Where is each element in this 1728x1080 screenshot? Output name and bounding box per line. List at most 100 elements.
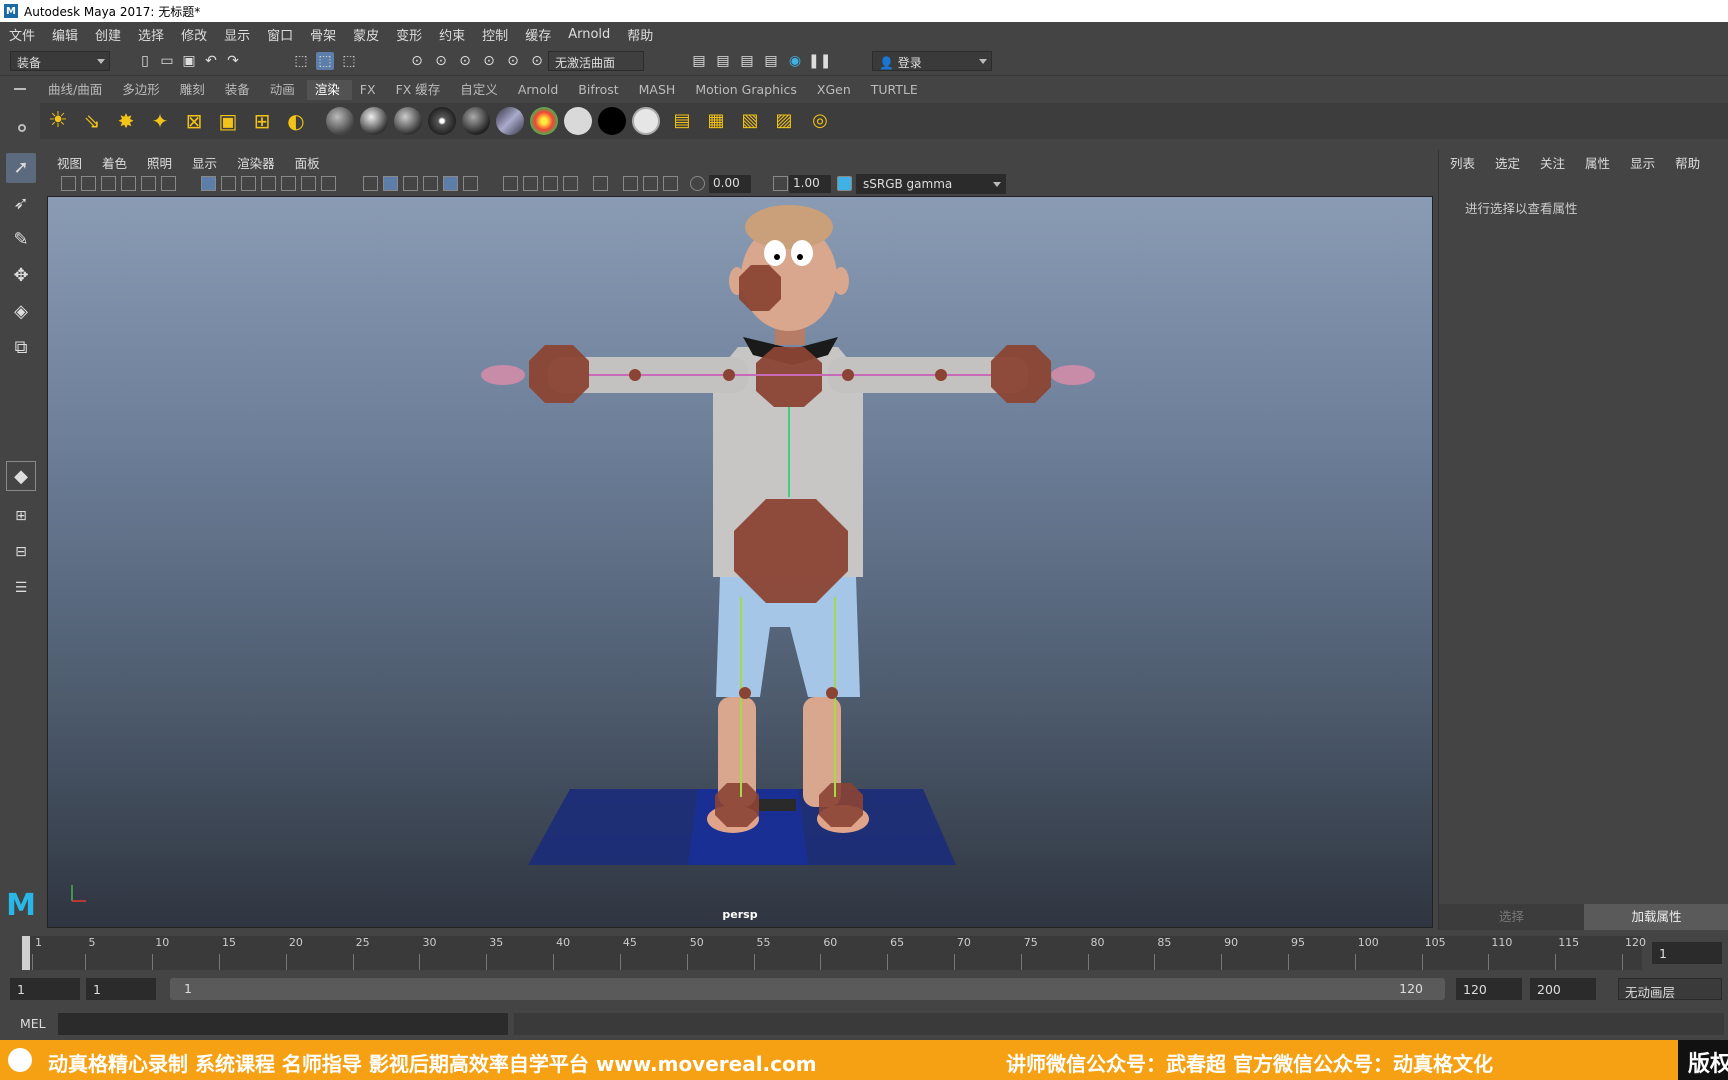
menu-help[interactable]: 帮助 (618, 25, 661, 44)
shelf-tab-motion-graphics[interactable]: Motion Graphics (687, 80, 809, 100)
select-button[interactable]: 选择 (1439, 904, 1584, 930)
grid-icon[interactable] (201, 176, 216, 191)
color-management-icon[interactable] (837, 176, 852, 191)
film-gate-icon[interactable] (221, 176, 236, 191)
exposure-icon[interactable] (690, 176, 705, 191)
right-knee-joint[interactable] (826, 687, 838, 699)
viewport-menu-view[interactable]: 视图 (45, 153, 90, 172)
shelf-settings-icon[interactable] (18, 124, 26, 132)
snap-curve-icon[interactable]: ⊙ (432, 52, 450, 70)
grease-pencil-icon[interactable] (141, 176, 156, 191)
right-shoulder-joint[interactable] (842, 369, 854, 381)
menu-modify[interactable]: 修改 (172, 25, 215, 44)
smooth-shade-icon[interactable] (383, 176, 398, 191)
render-settings-icon[interactable]: ▤ (762, 52, 780, 70)
snap-surface-icon[interactable]: ⊙ (504, 52, 522, 70)
spot-light-icon[interactable]: ✦ (146, 107, 174, 135)
shelf-tab-turtle[interactable]: TURTLE (863, 80, 930, 100)
menu-windows[interactable]: 窗口 (258, 25, 301, 44)
menu-arnold[interactable]: Arnold (559, 27, 618, 42)
load-attributes-button[interactable]: 加载属性 (1584, 904, 1728, 930)
left-hand-control[interactable] (529, 345, 589, 403)
xray-joints-icon[interactable] (663, 176, 678, 191)
color-space-dropdown[interactable]: sSRGB gamma (856, 174, 1006, 194)
menu-constrain[interactable]: 约束 (430, 25, 473, 44)
scale-tool-icon[interactable]: ⧉ (6, 333, 36, 363)
menu-control[interactable]: 控制 (473, 25, 516, 44)
live-surface-field[interactable]: 无激活曲面 (548, 51, 644, 71)
motion-blur-icon[interactable] (523, 176, 538, 191)
render-view-icon[interactable]: ▤ (690, 52, 708, 70)
paint-select-tool-icon[interactable]: ✎ (6, 225, 36, 255)
move-tool-icon[interactable]: ✥ (6, 261, 36, 291)
chest-control[interactable] (756, 347, 822, 407)
playback-end-field[interactable]: 120 (1456, 978, 1522, 1000)
blinn-shader-icon[interactable] (360, 107, 388, 135)
undo-icon[interactable]: ↶ (202, 52, 220, 70)
menu-skeleton[interactable]: 骨架 (301, 25, 344, 44)
textured-icon[interactable] (423, 176, 438, 191)
2d-pan-zoom-icon[interactable] (121, 176, 136, 191)
wireframe-on-shaded-icon[interactable] (403, 176, 418, 191)
menu-deform[interactable]: 变形 (387, 25, 430, 44)
wireframe-icon[interactable] (363, 176, 378, 191)
pause-icon[interactable]: ❚❚ (808, 52, 831, 70)
shelf-tab-xgen[interactable]: XGen (809, 80, 863, 100)
directional-light-icon[interactable]: ⇘ (78, 107, 106, 135)
attr-menu-list[interactable]: 列表 (1439, 153, 1484, 172)
render-view-shelf-icon[interactable]: ▨ (770, 107, 798, 135)
safe-title-icon[interactable] (321, 176, 336, 191)
head-control[interactable] (739, 265, 781, 311)
redo-icon[interactable]: ↷ (224, 52, 242, 70)
time-slider[interactable]: 1 5 10 15 20 25 30 35 40 45 50 55 60 65 70 75 80 85 90 95 10… (0, 934, 1728, 972)
current-time-marker[interactable] (22, 936, 30, 970)
field-chart-icon[interactable] (281, 176, 296, 191)
shelf-tab-arnold[interactable]: Arnold (510, 80, 570, 100)
attr-menu-help[interactable]: 帮助 (1664, 153, 1709, 172)
phong-shader-icon[interactable] (394, 107, 422, 135)
left-foot-control[interactable] (715, 783, 759, 827)
select-tool-icon[interactable]: ➚ (6, 153, 36, 183)
rotate-tool-icon[interactable]: ◈ (6, 297, 36, 327)
viewport-menu-lighting[interactable]: 照明 (135, 153, 180, 172)
select-component-icon[interactable]: ⬚ (340, 52, 358, 70)
menu-cache[interactable]: 缓存 (516, 25, 559, 44)
gate-mask-icon[interactable] (261, 176, 276, 191)
shelf-tab-mash[interactable]: MASH (631, 80, 688, 100)
single-view-layout-icon[interactable]: ◆ (6, 461, 36, 491)
left-elbow-joint[interactable] (629, 369, 641, 381)
lasso-tool-icon[interactable]: ➶ (6, 189, 36, 219)
menu-create[interactable]: 创建 (86, 25, 129, 44)
two-view-layout-icon[interactable]: ⊟ (6, 537, 36, 567)
resolution-gate-icon[interactable] (241, 176, 256, 191)
viewport-menu-renderer[interactable]: 渲染器 (225, 153, 283, 172)
shelf-tab-fx-caching[interactable]: FX 缓存 (388, 80, 453, 100)
render-frame-icon[interactable]: ▤ (714, 52, 732, 70)
viewport-menu-panels[interactable]: 面板 (283, 153, 328, 172)
right-elbow-joint[interactable] (935, 369, 947, 381)
render-target-icon[interactable]: ◎ (806, 107, 834, 135)
outliner-layout-icon[interactable]: ☰ (6, 573, 36, 603)
lambert-shader-icon[interactable] (326, 107, 354, 135)
menu-select[interactable]: 选择 (129, 25, 172, 44)
shelf-tab-polygons[interactable]: 多边形 (114, 80, 172, 100)
shelf-tab-curves[interactable]: 曲线/曲面 (40, 80, 114, 100)
phong-e-shader-icon[interactable] (428, 107, 456, 135)
current-frame-field[interactable]: 1 (1652, 942, 1722, 964)
gamma-icon[interactable] (773, 176, 788, 191)
menu-file[interactable]: 文件 (0, 25, 43, 44)
render-layer-icon[interactable]: ▦ (702, 107, 730, 135)
anisotropic-shader-icon[interactable] (462, 107, 490, 135)
camera-aim-icon[interactable]: ◐ (282, 107, 310, 135)
attr-menu-show[interactable]: 显示 (1619, 153, 1664, 172)
hip-control[interactable] (734, 499, 848, 603)
isolate-select-icon[interactable] (593, 176, 608, 191)
use-all-lights-icon[interactable] (443, 176, 458, 191)
xray-active-icon[interactable] (643, 176, 658, 191)
shelf-tab-rendering[interactable]: 渲染 (306, 80, 352, 100)
render-pass-icon[interactable]: ▧ (736, 107, 764, 135)
ipr-render-icon[interactable]: ▤ (738, 52, 756, 70)
menu-edit[interactable]: 编辑 (43, 25, 86, 44)
volume-light-icon[interactable]: ▣ (214, 107, 242, 135)
shelf-tab-bifrost[interactable]: Bifrost (570, 80, 630, 100)
